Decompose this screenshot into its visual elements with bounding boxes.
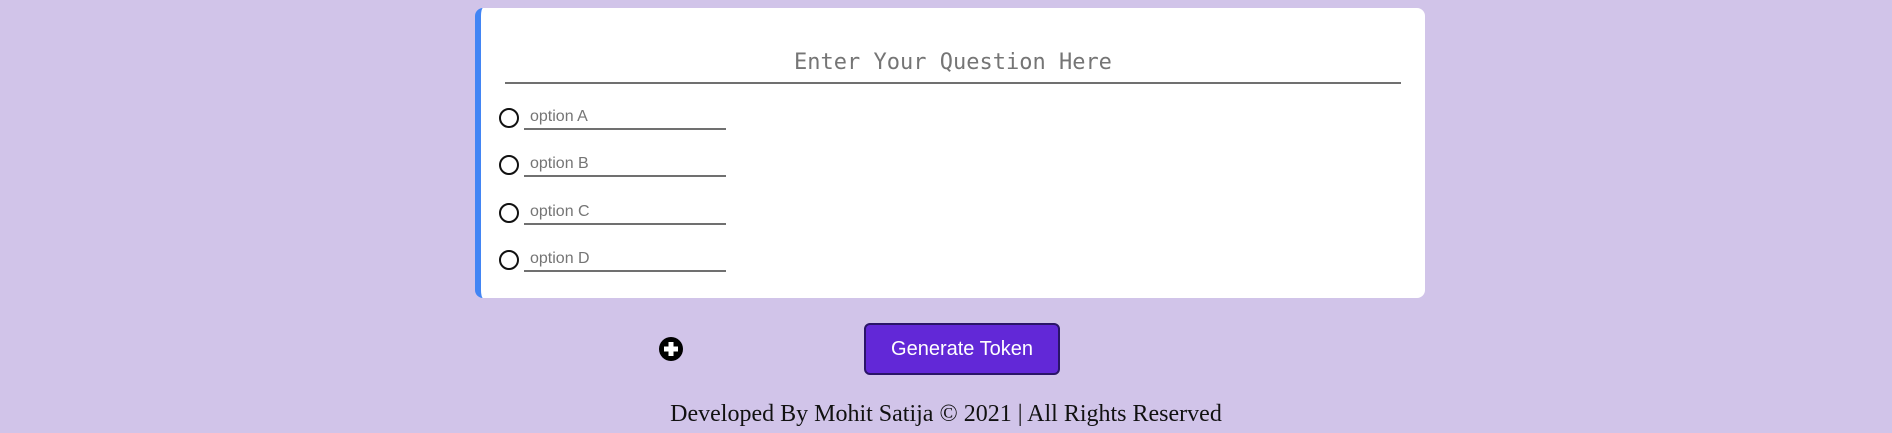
option-b-input[interactable] — [524, 153, 726, 177]
option-a-input[interactable] — [524, 106, 726, 130]
add-option-button[interactable] — [659, 337, 683, 361]
option-a-radio[interactable] — [499, 108, 519, 128]
option-row-a — [499, 106, 726, 132]
question-input[interactable] — [505, 42, 1401, 84]
generate-token-button[interactable]: Generate Token — [864, 323, 1060, 375]
option-c-input[interactable] — [524, 201, 726, 225]
plus-circle-icon — [664, 342, 678, 356]
option-row-b — [499, 153, 726, 179]
option-d-input[interactable] — [524, 248, 726, 272]
option-row-d — [499, 248, 726, 274]
option-d-radio[interactable] — [499, 250, 519, 270]
footer-credit: Developed By Mohit Satija © 2021 | All R… — [670, 401, 1222, 427]
question-card — [475, 8, 1425, 298]
option-c-radio[interactable] — [499, 203, 519, 223]
option-row-c — [499, 201, 726, 227]
option-b-radio[interactable] — [499, 155, 519, 175]
